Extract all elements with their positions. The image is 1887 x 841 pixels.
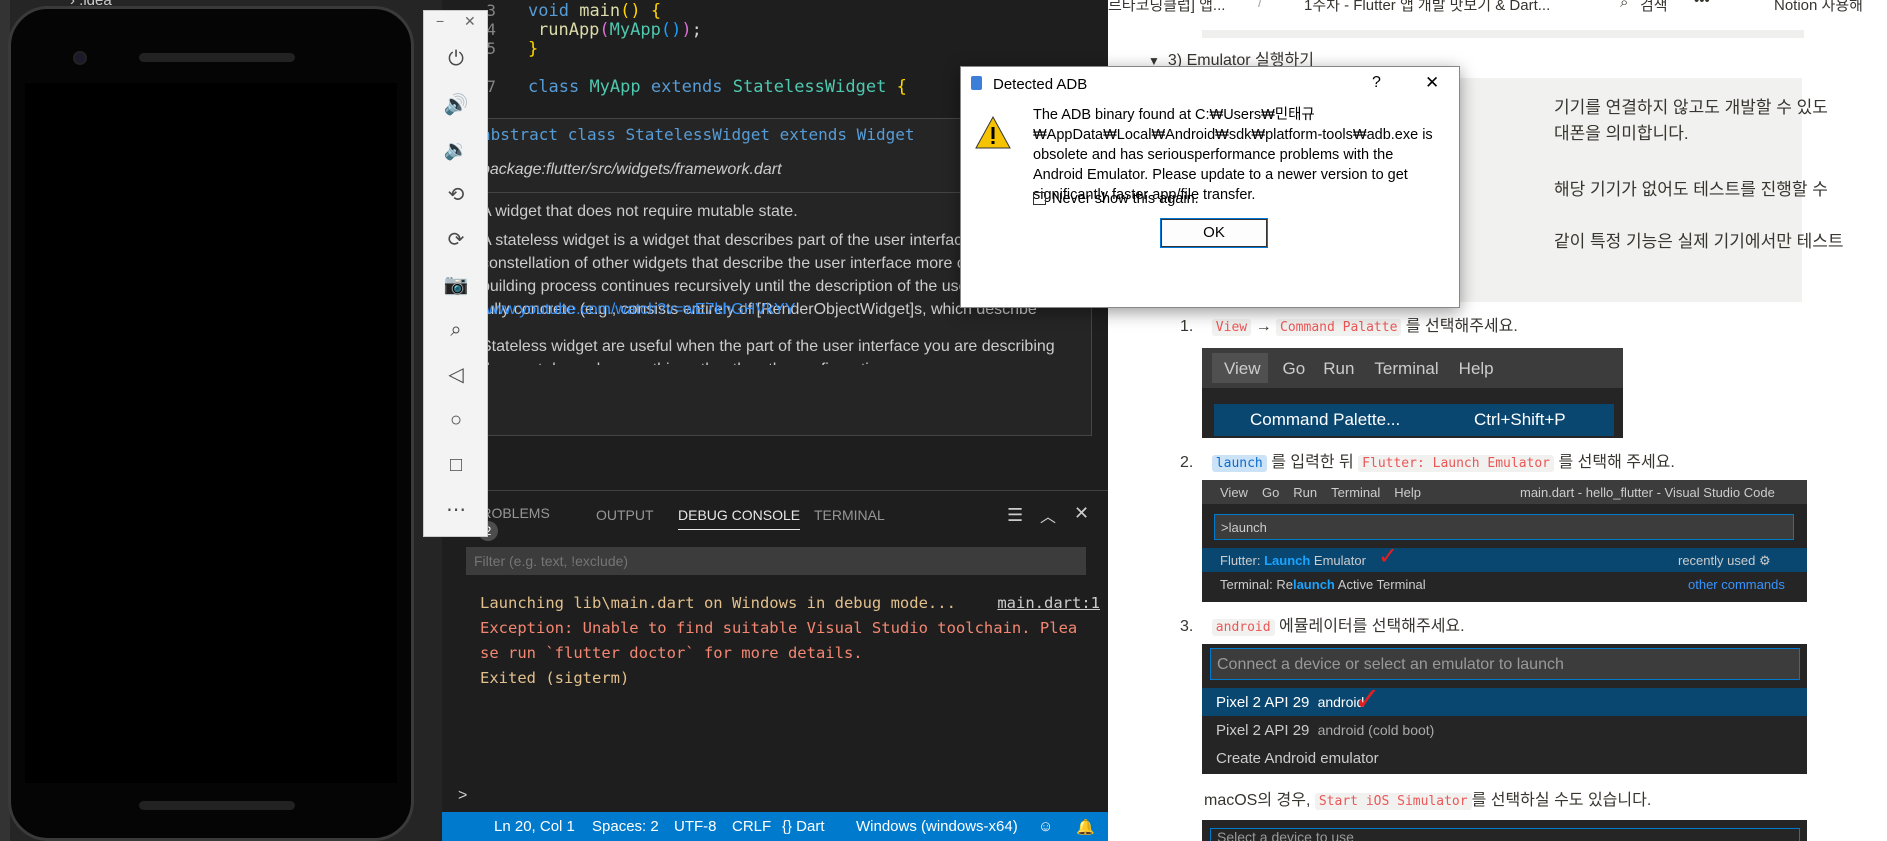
volume-up-icon[interactable]: 🔊 xyxy=(442,91,470,119)
feedback-icon[interactable]: ☺ xyxy=(1038,818,1053,835)
notion-topbar: 르타코딩클럽] 앱... / 1주차 - Flutter 앱 개발 맛보기 & … xyxy=(1108,0,1887,18)
emulator-screen[interactable] xyxy=(25,83,397,783)
maximize-panel-icon[interactable]: ︿ xyxy=(1040,503,1056,527)
home-icon[interactable]: ○ xyxy=(442,406,470,434)
warning-icon xyxy=(975,115,1011,151)
screenshot-emulator-select: Connect a device or select an emulator t… xyxy=(1202,644,1807,774)
emulator-toolbar: − ✕ ⏻ 🔊 🔉 ⟲ ⟳ 📷 ⌕ ◁ ○ □ ⋯ xyxy=(423,10,488,537)
checkbox-box[interactable] xyxy=(1033,192,1046,205)
console-line: se run `flutter doctor` for more details… xyxy=(480,644,863,662)
zoom-icon[interactable]: ⌕ xyxy=(442,316,470,344)
hover-more: Stateless widget are useful when the par… xyxy=(481,338,1055,365)
hover-signature: abstract class StatelessWidget extends W… xyxy=(481,125,915,144)
red-checkmark-icon: ✓ xyxy=(1354,681,1381,717)
status-eol[interactable]: CRLF xyxy=(732,818,771,835)
more-options-icon[interactable]: ••• xyxy=(1694,0,1710,9)
breadcrumb-current[interactable]: 1주차 - Flutter 앱 개발 맛보기 & Dart... xyxy=(1304,0,1550,15)
dialog-close-button[interactable]: ✕ xyxy=(1425,73,1439,93)
step-2: 2. launch 를 입력한 뒤 Flutter: Launch Emulat… xyxy=(1180,454,1675,472)
step-3: 3. android 에뮬레이터를 선택해주세요. xyxy=(1180,618,1465,636)
minimize-emulator-icon[interactable]: − xyxy=(436,13,444,29)
macos-note: macOS의 경우, Start iOS Simulator 를 선택하실 수도 … xyxy=(1204,792,1652,810)
more-icon[interactable]: ⋯ xyxy=(442,496,470,524)
dialog-title: Detected ADB xyxy=(993,76,1088,93)
hover-package: package:flutter/src/widgets/framework.da… xyxy=(481,161,782,178)
tab-terminal[interactable]: TERMINAL xyxy=(814,507,885,523)
console-filter-input[interactable] xyxy=(466,547,1086,575)
notification-bell-icon[interactable]: 🔔 xyxy=(1076,818,1095,836)
console-line: Exited (sigterm) xyxy=(480,669,630,687)
notion-help-link[interactable]: Notion 사용해 xyxy=(1774,0,1863,15)
console-line: Launching lib\main.dart on Windows in de… xyxy=(480,594,956,612)
tab-output[interactable]: OUTPUT xyxy=(596,507,654,523)
divider-bar xyxy=(1202,30,1804,38)
close-emulator-icon[interactable]: ✕ xyxy=(464,13,476,30)
checkbox-label: Never show this again. xyxy=(1052,191,1199,207)
rotate-right-icon[interactable]: ⟳ xyxy=(442,226,470,254)
hover-link[interactable]: www.youtube.com/watch?v=wE7khGHVkYY xyxy=(481,301,795,319)
tab-debug-console[interactable]: DEBUG CONSOLE xyxy=(678,507,801,530)
never-show-checkbox[interactable]: Never show this again. xyxy=(1033,191,1199,207)
camera-icon[interactable]: 📷 xyxy=(442,271,470,299)
back-icon[interactable]: ◁ xyxy=(442,361,470,389)
screenshot-device-select: Select a device to use xyxy=(1202,820,1807,841)
status-language[interactable]: {} Dart xyxy=(782,818,825,835)
breadcrumb-separator: / xyxy=(1258,0,1263,11)
status-spaces[interactable]: Spaces: 2 xyxy=(592,818,659,835)
close-panel-icon[interactable]: ✕ xyxy=(1074,503,1089,524)
search-icon[interactable]: ⌕ xyxy=(1620,0,1628,11)
detected-adb-dialog: Detected ADB ? ✕ The ADB binary found at… xyxy=(960,66,1460,308)
console-prompt[interactable]: > xyxy=(458,787,467,805)
front-camera-icon xyxy=(73,51,87,65)
console-line: Exception: Unable to find suitable Visua… xyxy=(480,619,1078,637)
overview-icon[interactable]: □ xyxy=(442,451,470,479)
clear-console-icon[interactable]: ☰ xyxy=(1007,505,1023,526)
breadcrumb-parent[interactable]: 르타코딩클럽] 앱... xyxy=(1108,0,1225,15)
bottom-panel: PROBLEMS 2 OUTPUT DEBUG CONSOLE TERMINAL… xyxy=(442,490,1108,812)
speaker-grille xyxy=(139,53,295,62)
red-checkmark-icon: ✓ xyxy=(1378,543,1399,570)
status-bar: Ln 20, Col 1 Spaces: 2 UTF-8 CRLF {} Dar… xyxy=(442,812,1108,841)
dialog-ok-button[interactable]: OK xyxy=(1160,218,1268,248)
rotate-left-icon[interactable]: ⟲ xyxy=(442,181,470,209)
status-platform[interactable]: Windows (windows-x64) xyxy=(856,818,1018,835)
console-source-link[interactable]: main.dart:1 xyxy=(997,591,1100,616)
status-position[interactable]: Ln 20, Col 1 xyxy=(494,818,575,835)
volume-down-icon[interactable]: 🔉 xyxy=(442,136,470,164)
android-emulator-device[interactable] xyxy=(8,6,414,841)
bottom-speaker-grille xyxy=(139,801,295,810)
dialog-app-icon xyxy=(971,76,982,90)
screenshot-launch-palette: View Go Run Terminal Help main.dart - hello_… xyxy=(1202,480,1807,602)
power-icon[interactable]: ⏻ xyxy=(442,45,470,73)
step-1: 1. View → Command Palatte 를 선택해주세요. xyxy=(1180,318,1518,336)
search-label[interactable]: 검색 xyxy=(1640,0,1668,15)
dialog-help-button[interactable]: ? xyxy=(1372,74,1381,92)
screenshot-view-menu: View Go Run Terminal Help Command Palette...… xyxy=(1202,348,1623,438)
dialog-message: The ADB binary found at C:₩Users₩민태규₩App… xyxy=(1033,107,1433,203)
status-encoding[interactable]: UTF-8 xyxy=(674,818,717,835)
